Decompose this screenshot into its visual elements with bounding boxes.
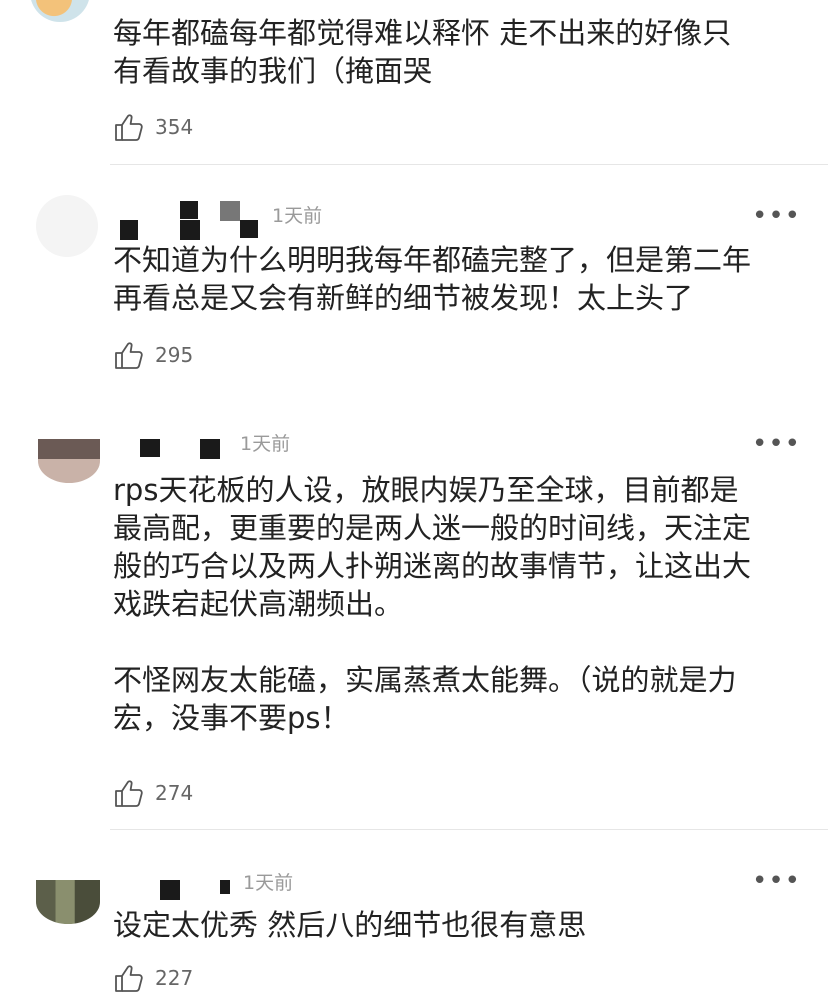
comment-item: 1天前 ••• 设定太优秀 然后八的细节也很有意思 227 bbox=[0, 830, 828, 1008]
comment-time: 1天前 bbox=[243, 872, 294, 894]
comment-time: 1天前 bbox=[272, 205, 323, 227]
thumbs-up-icon bbox=[115, 342, 143, 369]
like-button[interactable]: 295 bbox=[113, 338, 193, 372]
comment-item: 每年都磕每年都觉得难以释怀 走不出来的好像只 有看故事的我们（掩面哭 354 bbox=[0, 0, 828, 165]
like-button[interactable]: 274 bbox=[113, 776, 193, 810]
like-count: 274 bbox=[155, 781, 194, 805]
comment-text: 每年都磕每年都觉得难以释怀 走不出来的好像只 有看故事的我们（掩面哭 bbox=[113, 16, 732, 88]
like-count: 354 bbox=[155, 115, 194, 139]
thumbs-up-icon bbox=[115, 965, 143, 992]
more-dots-icon[interactable]: ••• bbox=[752, 868, 801, 894]
avatar[interactable] bbox=[36, 880, 100, 924]
like-button[interactable]: 354 bbox=[113, 110, 193, 144]
comment-text: 不知道为什么明明我每年都磕完整了，但是第二年 再看总是又会有新鲜的细节被发现！太… bbox=[113, 243, 752, 315]
comment-item: 1天前 ••• rps天花板的人设，放眼内娱乃至全球，目前都是 最高配，更重要的… bbox=[0, 395, 828, 830]
comment-item: 1天前 ••• 不知道为什么明明我每年都磕完整了，但是第二年 再看总是又会有新鲜… bbox=[0, 165, 828, 395]
comment-text: 设定太优秀 然后八的细节也很有意思 bbox=[113, 908, 587, 942]
thumbs-up-icon bbox=[115, 114, 143, 141]
more-dots-icon[interactable]: ••• bbox=[752, 431, 801, 457]
like-button[interactable]: 227 bbox=[113, 961, 193, 995]
avatar[interactable] bbox=[38, 439, 100, 483]
comment-text: rps天花板的人设，放眼内娱乃至全球，目前都是 最高配，更重要的是两人迷一般的时… bbox=[113, 473, 752, 735]
more-dots-icon[interactable]: ••• bbox=[752, 203, 801, 229]
comment-time: 1天前 bbox=[240, 433, 291, 455]
like-count: 295 bbox=[155, 343, 194, 367]
avatar[interactable] bbox=[30, 0, 90, 22]
like-count: 227 bbox=[155, 966, 194, 990]
avatar[interactable] bbox=[36, 195, 98, 257]
thumbs-up-icon bbox=[115, 780, 143, 807]
